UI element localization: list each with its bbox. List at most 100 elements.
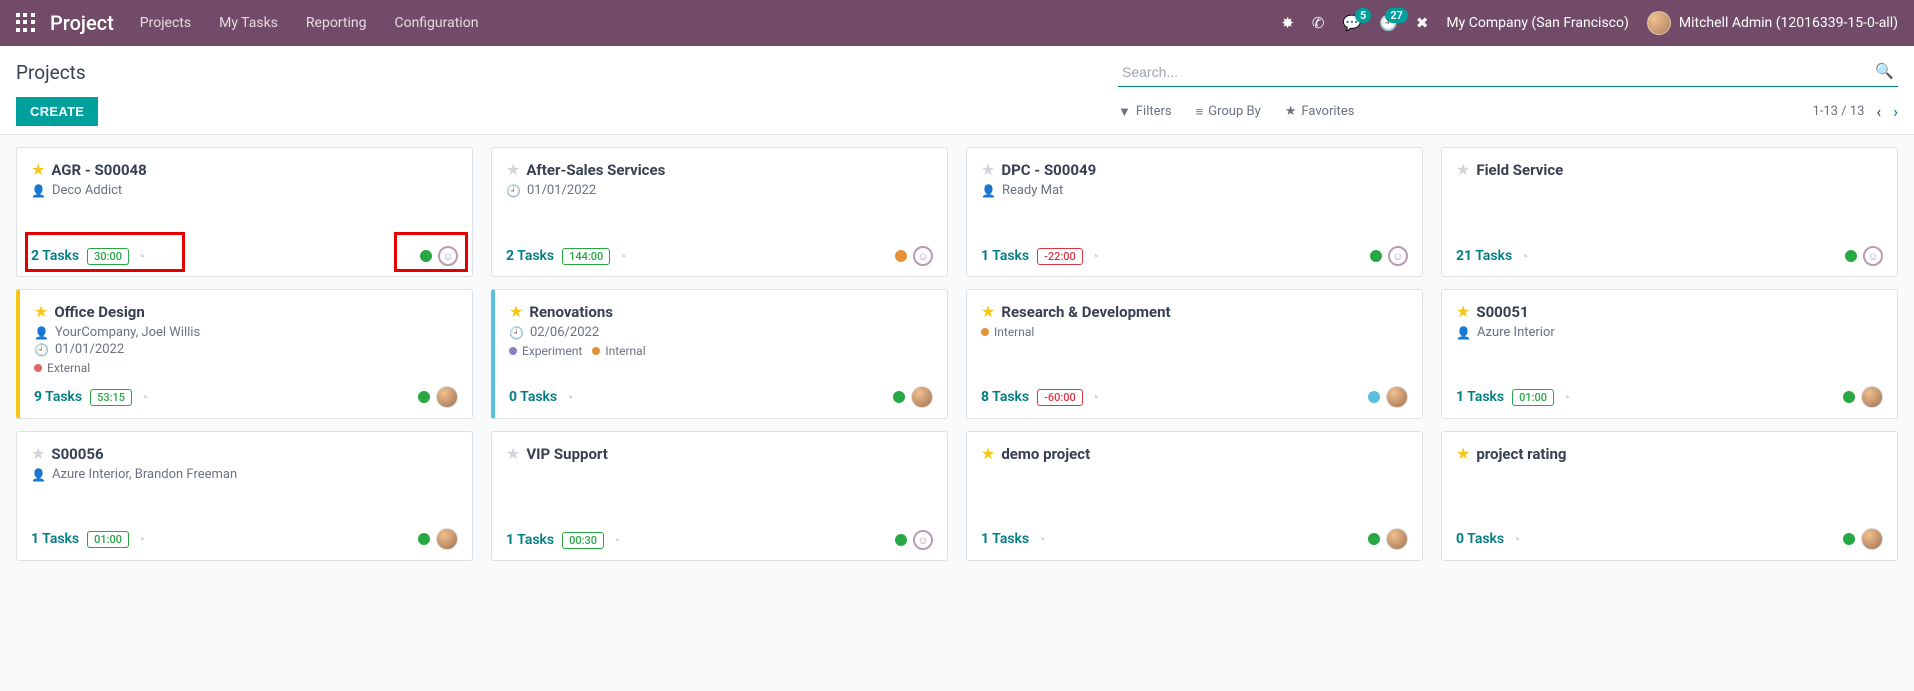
card-meta-text: Azure Interior, Brandon Freeman bbox=[52, 467, 237, 482]
tasks-link[interactable]: 8 Tasks bbox=[981, 389, 1029, 405]
messages-icon[interactable]: 💬 5 bbox=[1342, 14, 1361, 32]
status-dot-icon[interactable] bbox=[418, 391, 430, 403]
assignee-avatar-icon[interactable] bbox=[436, 528, 458, 550]
clock-icon[interactable]: ◔ bbox=[1091, 389, 1099, 406]
user-avatar-icon bbox=[1647, 11, 1671, 35]
favorite-star-icon[interactable]: ★ bbox=[981, 302, 995, 321]
tasks-link[interactable]: 21 Tasks bbox=[1456, 248, 1512, 264]
clock-icon[interactable]: ◔ bbox=[1091, 248, 1099, 265]
favorite-star-icon[interactable]: ★ bbox=[981, 160, 995, 179]
tasks-link[interactable]: 1 Tasks bbox=[981, 248, 1029, 264]
apps-menu-icon[interactable] bbox=[16, 13, 36, 33]
tasks-link[interactable]: 9 Tasks bbox=[34, 389, 82, 405]
project-card[interactable]: ★After-Sales Services🕘01/01/20222 Tasks1… bbox=[491, 147, 948, 277]
card-title: S00056 bbox=[51, 445, 103, 463]
status-dot-icon[interactable] bbox=[895, 250, 907, 262]
tasks-link[interactable]: 1 Tasks bbox=[1456, 389, 1504, 405]
tasks-link[interactable]: 2 Tasks bbox=[31, 248, 79, 264]
tasks-link[interactable]: 0 Tasks bbox=[509, 389, 557, 405]
project-card[interactable]: ★project rating0 Tasks◔ bbox=[1441, 431, 1898, 561]
phone-icon[interactable]: ✆ bbox=[1312, 14, 1325, 32]
project-card[interactable]: ★DPC - S00049👤Ready Mat1 Tasks-22:00◔☺ bbox=[966, 147, 1423, 277]
pager-prev-icon[interactable]: ‹ bbox=[1876, 102, 1881, 121]
assignee-avatar-icon[interactable] bbox=[1861, 386, 1883, 408]
search-icon[interactable]: 🔍 bbox=[1875, 62, 1894, 80]
favorite-star-icon[interactable]: ★ bbox=[509, 302, 523, 321]
nav-link-reporting[interactable]: Reporting bbox=[306, 15, 367, 31]
project-card[interactable]: ★S00051👤Azure Interior1 Tasks01:00◔ bbox=[1441, 289, 1898, 419]
favorite-star-icon[interactable]: ★ bbox=[506, 160, 520, 179]
project-card[interactable]: ★AGR - S00048👤Deco Addict2 Tasks30:00◔☺ bbox=[16, 147, 473, 277]
favorite-star-icon[interactable]: ★ bbox=[1456, 302, 1470, 321]
activities-icon[interactable]: 🕘 27 bbox=[1379, 14, 1398, 32]
clock-icon[interactable]: ◔ bbox=[137, 531, 145, 548]
search-input[interactable] bbox=[1118, 58, 1898, 87]
status-dot-icon[interactable] bbox=[1368, 391, 1380, 403]
favorite-star-icon[interactable]: ★ bbox=[1456, 160, 1470, 179]
assignee-avatar-icon[interactable] bbox=[911, 386, 933, 408]
project-card[interactable]: ★S00056👤Azure Interior, Brandon Freeman1… bbox=[16, 431, 473, 561]
clock-icon[interactable]: ◔ bbox=[1562, 389, 1570, 406]
status-dot-icon[interactable] bbox=[1845, 250, 1857, 262]
status-dot-icon[interactable] bbox=[420, 250, 432, 262]
favorite-star-icon[interactable]: ★ bbox=[31, 160, 45, 179]
favorite-star-icon[interactable]: ★ bbox=[981, 444, 995, 463]
nav-link-mytasks[interactable]: My Tasks bbox=[219, 15, 278, 31]
filters-button[interactable]: ▼ Filters bbox=[1118, 104, 1172, 120]
project-card[interactable]: ★demo project1 Tasks◔ bbox=[966, 431, 1423, 561]
user-menu[interactable]: Mitchell Admin (12016339-15-0-all) bbox=[1647, 11, 1898, 35]
assignee-avatar-icon[interactable] bbox=[1861, 528, 1883, 550]
navbar: Project Projects My Tasks Reporting Conf… bbox=[0, 0, 1914, 46]
card-title: VIP Support bbox=[526, 445, 608, 463]
tasks-link[interactable]: 0 Tasks bbox=[1456, 531, 1504, 547]
nav-link-projects[interactable]: Projects bbox=[140, 15, 191, 31]
project-card[interactable]: ★ Field Service 21 Tasks ◔ ☺ bbox=[1441, 147, 1898, 277]
satisfaction-face-icon[interactable]: ☺ bbox=[913, 530, 933, 550]
status-dot-icon[interactable] bbox=[1843, 533, 1855, 545]
nav-link-configuration[interactable]: Configuration bbox=[394, 15, 478, 31]
satisfaction-face-icon[interactable]: ☺ bbox=[1388, 246, 1408, 266]
clock-icon[interactable]: ◔ bbox=[1512, 531, 1520, 548]
project-card[interactable]: ★Office Design👤YourCompany, Joel Willis🕘… bbox=[16, 289, 473, 419]
favorite-star-icon[interactable]: ★ bbox=[506, 444, 520, 463]
clock-icon[interactable]: ◔ bbox=[1037, 531, 1045, 548]
tools-icon[interactable]: ✖ bbox=[1416, 14, 1429, 32]
create-button[interactable]: CREATE bbox=[16, 97, 98, 126]
favorites-button[interactable]: ★ Favorites bbox=[1285, 104, 1355, 119]
clock-icon[interactable]: ◔ bbox=[612, 532, 620, 549]
favorite-star-icon[interactable]: ★ bbox=[34, 302, 48, 321]
card-title: Field Service bbox=[1476, 161, 1563, 179]
satisfaction-face-icon[interactable]: ☺ bbox=[438, 246, 458, 266]
tasks-link[interactable]: 1 Tasks bbox=[31, 531, 79, 547]
clock-icon[interactable]: ◔ bbox=[565, 389, 573, 406]
status-dot-icon[interactable] bbox=[1368, 533, 1380, 545]
project-card[interactable]: ★Research & DevelopmentInternal8 Tasks-6… bbox=[966, 289, 1423, 419]
status-dot-icon[interactable] bbox=[895, 534, 907, 546]
favorite-star-icon[interactable]: ★ bbox=[1456, 444, 1470, 463]
pager-next-icon[interactable]: › bbox=[1893, 102, 1898, 121]
favorite-star-icon[interactable]: ★ bbox=[31, 444, 45, 463]
status-dot-icon[interactable] bbox=[1843, 391, 1855, 403]
clock-icon[interactable]: ◔ bbox=[137, 248, 145, 265]
tasks-link[interactable]: 2 Tasks bbox=[506, 248, 554, 264]
satisfaction-face-icon[interactable]: ☺ bbox=[1863, 246, 1883, 266]
tag-dot-icon bbox=[981, 328, 989, 336]
groupby-button[interactable]: ≡ Group By bbox=[1196, 104, 1261, 120]
project-card[interactable]: ★VIP Support1 Tasks00:30◔☺ bbox=[491, 431, 948, 561]
status-dot-icon[interactable] bbox=[893, 391, 905, 403]
tasks-link[interactable]: 1 Tasks bbox=[506, 532, 554, 548]
project-card[interactable]: ★Renovations🕘02/06/2022ExperimentInterna… bbox=[491, 289, 948, 419]
assignee-avatar-icon[interactable] bbox=[436, 386, 458, 408]
tasks-link[interactable]: 1 Tasks bbox=[981, 531, 1029, 547]
status-dot-icon[interactable] bbox=[418, 533, 430, 545]
satisfaction-face-icon[interactable]: ☺ bbox=[913, 246, 933, 266]
assignee-avatar-icon[interactable] bbox=[1386, 386, 1408, 408]
clock-icon[interactable]: ◔ bbox=[140, 389, 148, 406]
assignee-avatar-icon[interactable] bbox=[1386, 528, 1408, 550]
clock-icon[interactable]: ◔ bbox=[1520, 248, 1528, 265]
status-dot-icon[interactable] bbox=[1370, 250, 1382, 262]
clock-icon[interactable]: ◔ bbox=[618, 248, 626, 265]
company-switcher[interactable]: My Company (San Francisco) bbox=[1446, 15, 1628, 31]
bug-icon[interactable]: ✸ bbox=[1281, 14, 1294, 32]
app-brand[interactable]: Project bbox=[50, 11, 114, 35]
